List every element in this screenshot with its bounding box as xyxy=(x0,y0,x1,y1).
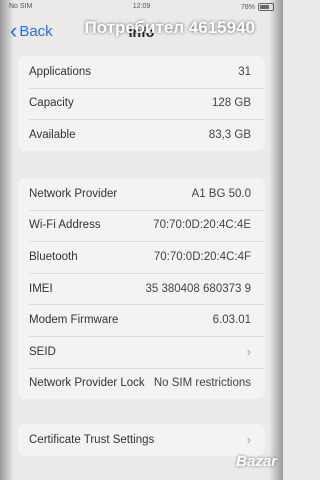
network-group: Network Provider A1 BG 50.0 Wi-Fi Addres… xyxy=(18,178,265,400)
row-bluetooth: Bluetooth 70:70:0D:20:4C:4F xyxy=(18,241,265,273)
row-seid[interactable]: SEID › xyxy=(18,335,265,368)
row-label: Network Provider xyxy=(29,187,118,200)
row-label: Capacity xyxy=(29,97,74,110)
row-modem-firmware: Modem Firmware 6.03.01 xyxy=(18,304,265,336)
battery-percent: 78% xyxy=(240,3,255,11)
row-label: Modem Firmware xyxy=(29,314,119,327)
row-applications: Applications 31 xyxy=(18,56,265,88)
row-value: 70:70:0D:20:4C:4F xyxy=(153,250,251,263)
row-network-provider-lock: Network Provider Lock No SIM restriction… xyxy=(18,367,265,400)
row-network-provider: Network Provider A1 BG 50.0 xyxy=(18,178,265,210)
row-value: 70:70:0D:20:4C:4E xyxy=(153,219,251,232)
row-certificate-trust-settings[interactable]: Certificate Trust Settings › xyxy=(18,424,265,456)
row-label: Bluetooth xyxy=(29,250,78,263)
row-value: 31 xyxy=(238,65,251,78)
status-bar: No SIM 12:09 78% xyxy=(0,0,283,14)
certificate-group: Certificate Trust Settings › xyxy=(18,424,265,456)
battery-icon xyxy=(258,3,274,11)
watermark: Потребител 4615940 xyxy=(84,18,255,37)
row-value: 128 GB xyxy=(212,97,251,110)
row-value: 6.03.01 xyxy=(212,314,251,327)
brand-logo: Bazar xyxy=(236,453,277,470)
row-capacity: Capacity 128 GB xyxy=(18,87,265,120)
chevron-right-icon: › xyxy=(246,432,251,448)
row-label: Certificate Trust Settings xyxy=(29,433,155,446)
row-value: A1 BG 50.0 xyxy=(191,187,251,200)
storage-group: Applications 31 Capacity 128 GB Availabl… xyxy=(18,56,265,151)
row-label: Network Provider Lock xyxy=(29,377,145,390)
row-label: Wi-Fi Address xyxy=(29,219,101,232)
row-value: 83,3 GB xyxy=(208,128,251,141)
row-value: 35 380408 680373 9 xyxy=(145,282,251,295)
row-label: SEID xyxy=(29,345,56,358)
chevron-right-icon: › xyxy=(246,344,251,360)
row-value: No SIM restrictions xyxy=(153,377,251,390)
row-wifi-address: Wi-Fi Address 70:70:0D:20:4C:4E xyxy=(18,209,265,242)
row-label: Applications xyxy=(29,65,92,78)
row-imei: IMEI 35 380408 680373 9 xyxy=(18,272,265,305)
row-label: Available xyxy=(29,128,76,141)
row-label: IMEI xyxy=(29,282,53,295)
row-available: Available 83,3 GB xyxy=(18,119,265,151)
